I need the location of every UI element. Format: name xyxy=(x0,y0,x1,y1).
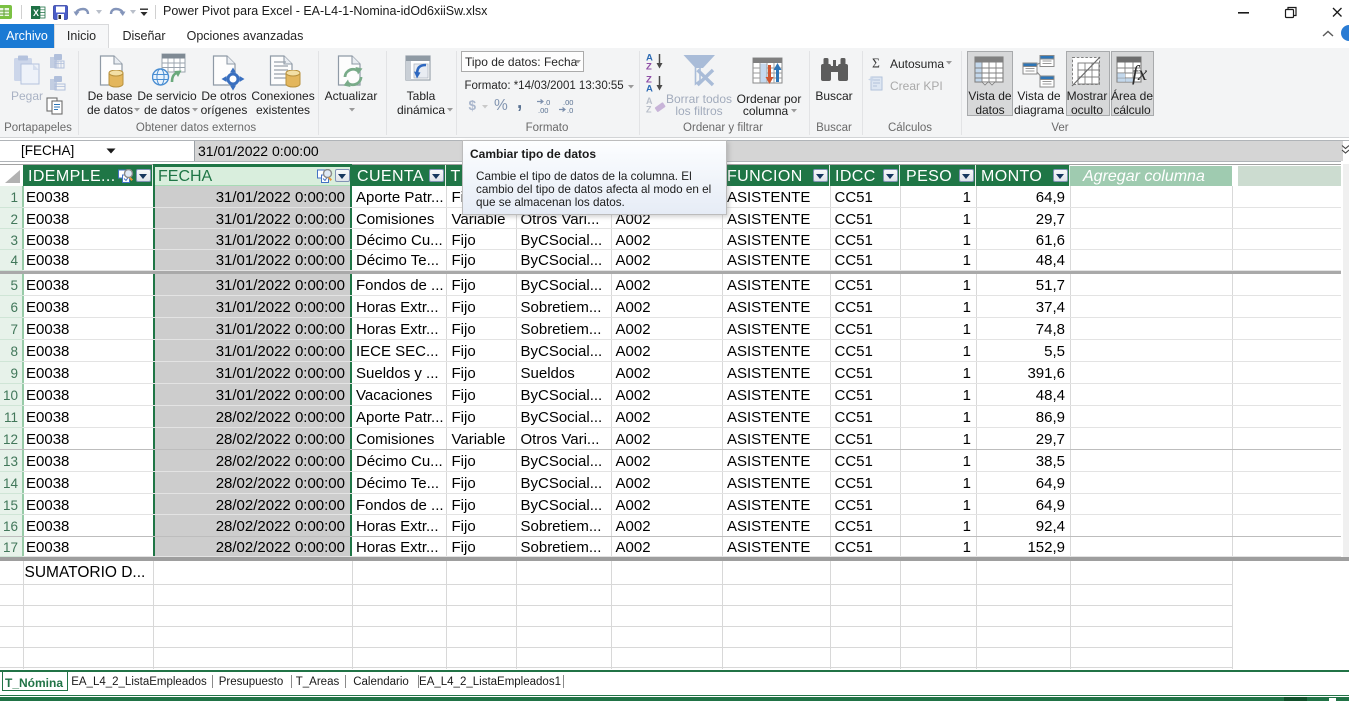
svg-text:.00: .00 xyxy=(538,106,548,113)
svg-text:A: A xyxy=(646,84,653,93)
svg-text:.0: .0 xyxy=(567,106,573,113)
svg-text:Σ: Σ xyxy=(872,56,880,71)
svg-text:Z: Z xyxy=(646,61,652,70)
svg-text:X: X xyxy=(33,8,39,18)
svg-text:Z: Z xyxy=(646,105,652,114)
svg-text:fx: fx xyxy=(1132,61,1148,85)
